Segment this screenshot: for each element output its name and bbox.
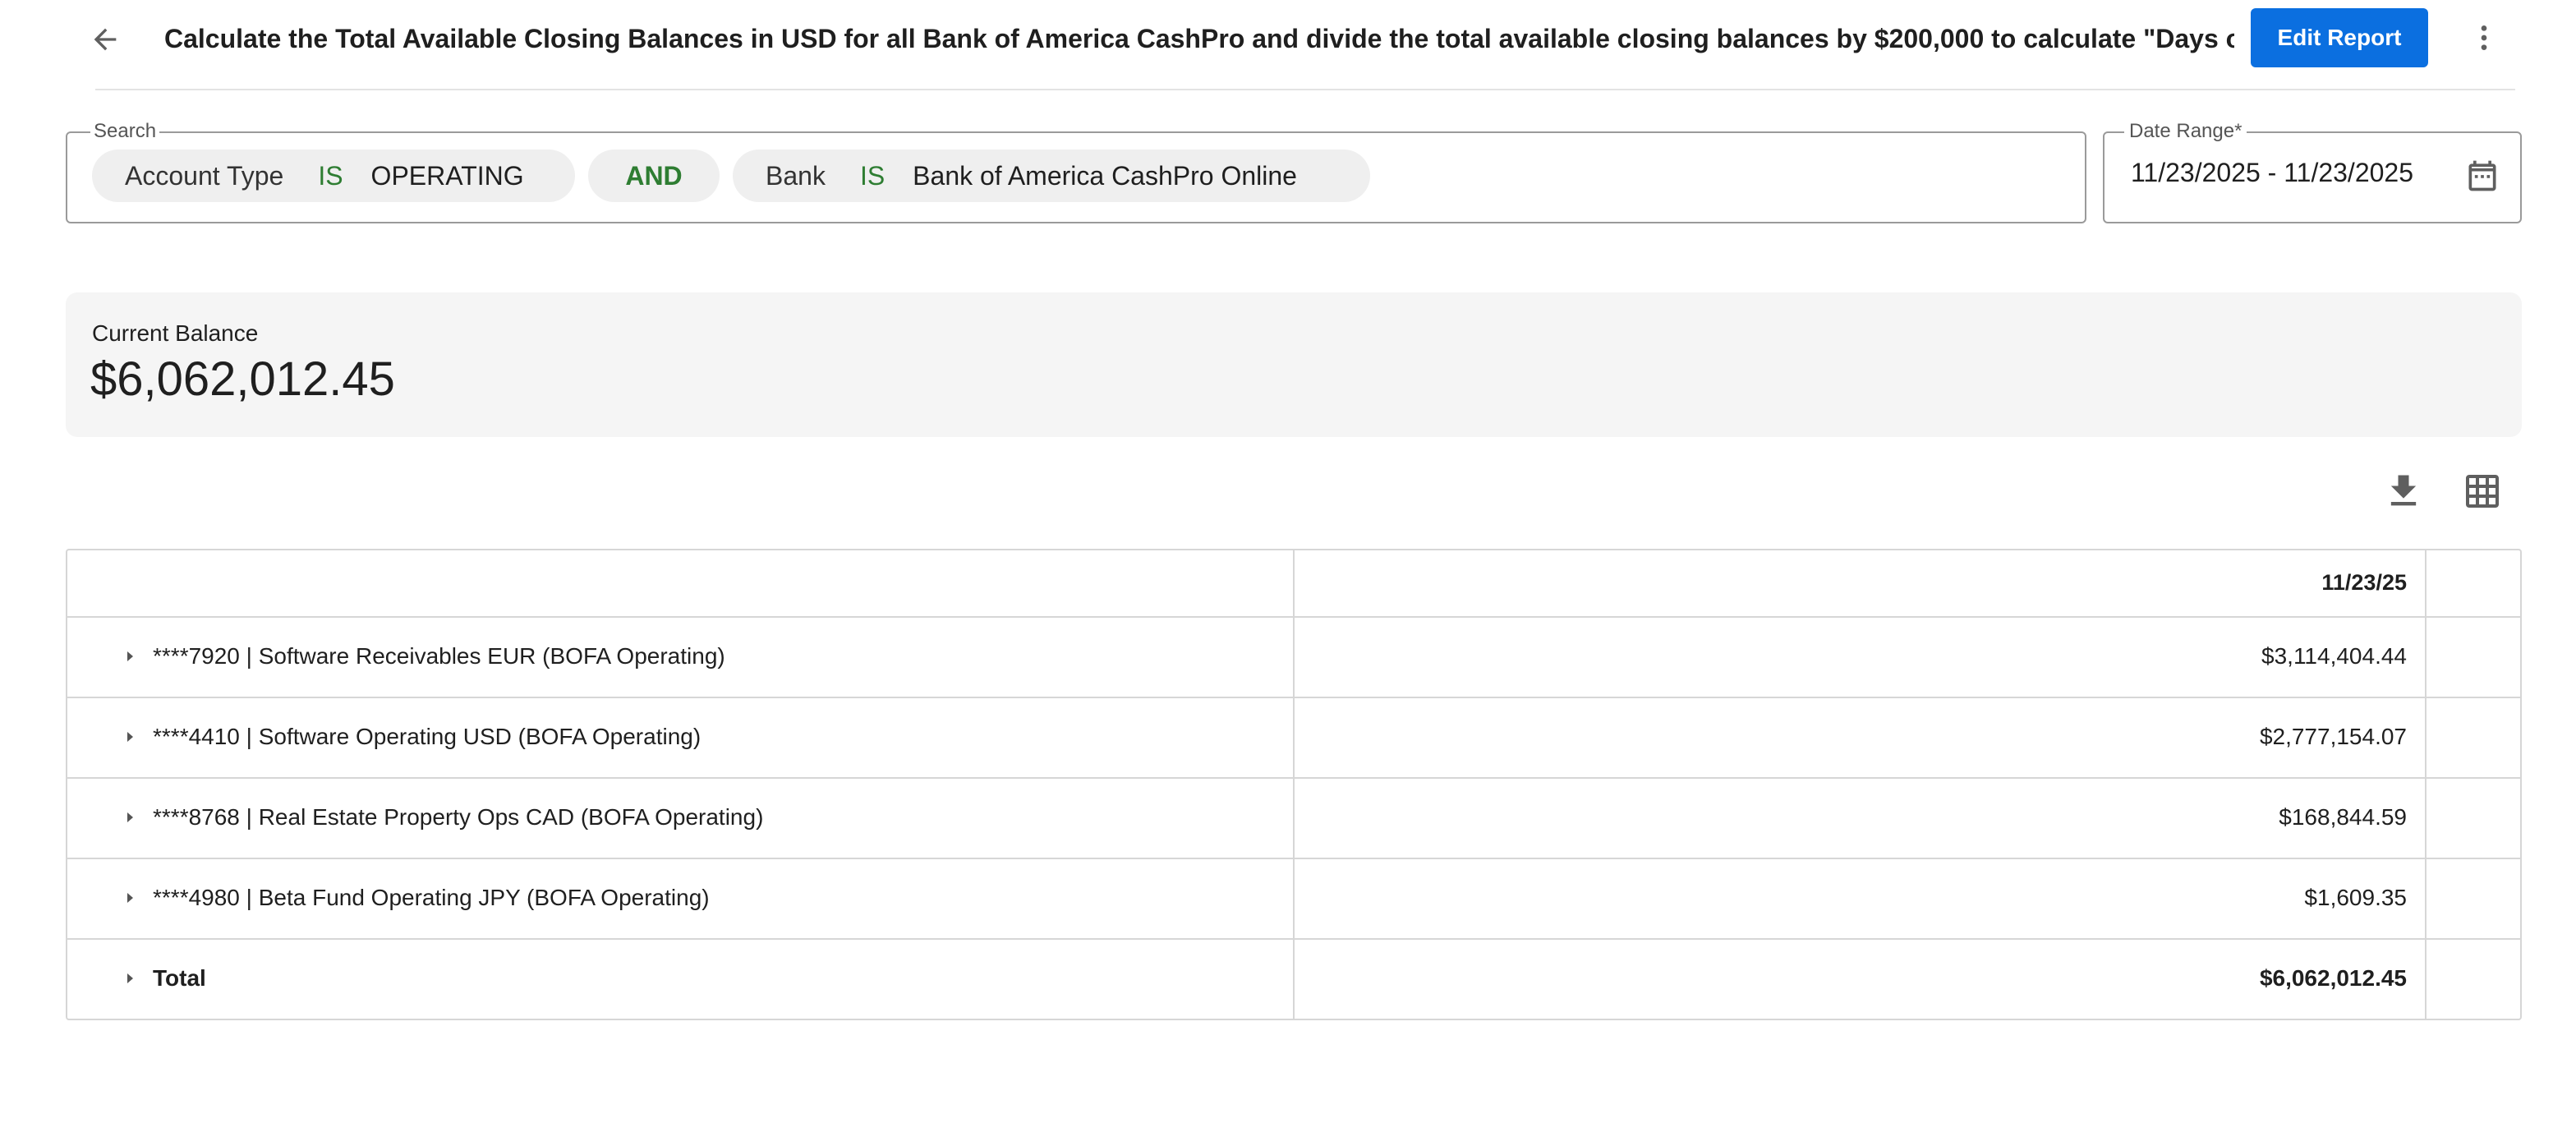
more-options-button[interactable] [2461, 15, 2507, 61]
column-divider [2425, 549, 2426, 1020]
caret-right-icon [127, 651, 133, 661]
table-row-value: $3,114,404.44 [2261, 643, 2407, 669]
row-divider [67, 616, 2520, 618]
back-button[interactable] [82, 16, 128, 62]
expand-row-button[interactable] [122, 809, 138, 826]
table-row-value: $2,777,154.07 [2259, 724, 2407, 749]
table-row-label: ****8768 | Real Estate Property Ops CAD … [153, 804, 764, 830]
download-button[interactable] [2382, 470, 2425, 513]
row-divider [67, 938, 2520, 940]
table-row-value: $168,844.59 [2279, 804, 2407, 830]
joiner-label: AND [625, 160, 683, 191]
header-divider [95, 89, 2515, 90]
column-header-date[interactable]: 11/23/25 [2321, 570, 2407, 596]
edit-report-button[interactable]: Edit Report [2251, 8, 2428, 67]
filter-value: Bank of America CashPro Online [913, 160, 1297, 191]
filter-operator: IS [859, 160, 886, 191]
filter-operator: IS [318, 160, 343, 191]
filter-field: Account Type [125, 160, 284, 191]
filter-field: Bank [766, 160, 826, 191]
expand-row-button[interactable] [122, 729, 138, 745]
table-row-value: $1,609.35 [2304, 885, 2407, 910]
table-view-button[interactable] [2463, 472, 2502, 511]
arrow-left-icon [94, 28, 117, 51]
filter-chip-account-type[interactable]: Account Type IS OPERATING [92, 150, 575, 202]
caret-right-icon [127, 973, 133, 983]
caret-right-icon [127, 812, 133, 822]
date-range-legend: Date Range* [2124, 120, 2247, 143]
filter-value: OPERATING [370, 160, 524, 191]
more-vertical-icon [2481, 25, 2487, 50]
caret-right-icon [127, 732, 133, 742]
table-row-label: ****4410 | Software Operating USD (BOFA … [153, 724, 702, 749]
table-row-label: ****4980 | Beta Fund Operating JPY (BOFA… [153, 885, 710, 910]
row-divider [67, 697, 2520, 698]
table-row-label: ****7920 | Software Receivables EUR (BOF… [153, 643, 725, 669]
expand-total-button[interactable] [122, 970, 138, 987]
expand-row-button[interactable] [122, 648, 138, 665]
row-divider [67, 858, 2520, 859]
filter-joiner-and[interactable]: AND [588, 150, 720, 202]
current-balance-value: $6,062,012.45 [90, 352, 395, 406]
row-divider [67, 777, 2520, 779]
search-legend: Search [90, 120, 160, 143]
table-grid-icon [2466, 475, 2499, 508]
current-balance-label: Current Balance [92, 320, 259, 346]
total-row-label: Total [153, 965, 206, 991]
calendar-button[interactable] [2464, 158, 2500, 194]
current-balance-card [66, 292, 2522, 437]
report-header: Calculate the Total Available Closing Ba… [0, 0, 2576, 90]
download-icon [2390, 475, 2417, 506]
calendar-icon [2468, 160, 2496, 191]
expand-row-button[interactable] [122, 890, 138, 906]
date-range-value[interactable]: 11/23/2025 - 11/23/2025 [2131, 158, 2413, 188]
report-title: Calculate the Total Available Closing Ba… [164, 24, 2234, 53]
total-row-value: $6,062,012.45 [2259, 965, 2407, 991]
filter-chip-bank[interactable]: Bank IS Bank of America CashPro Online [733, 150, 1370, 202]
caret-right-icon [127, 893, 133, 903]
column-divider [1293, 549, 1295, 1020]
